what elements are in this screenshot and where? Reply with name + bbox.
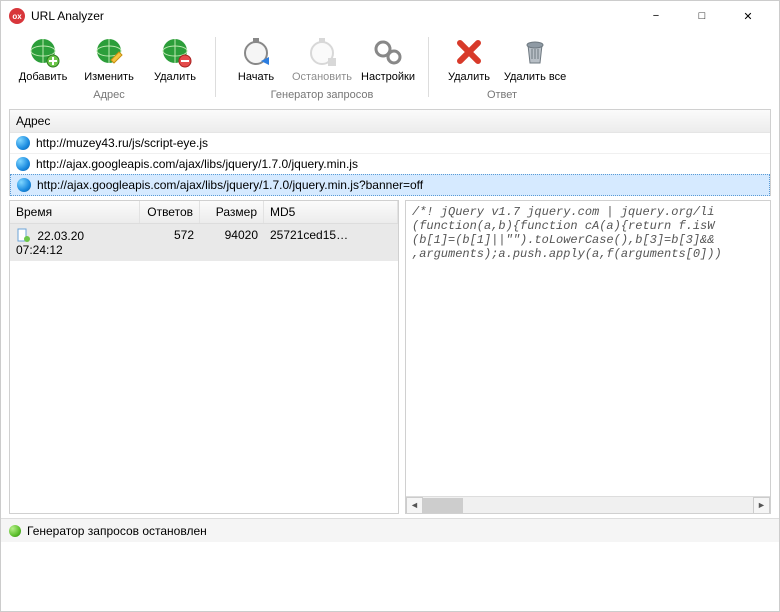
scroll-right-icon[interactable]: ► xyxy=(753,497,770,514)
trash-icon xyxy=(518,35,552,69)
toolbar-group-response: Удалить Удалить все Ответ xyxy=(433,33,571,101)
response-row[interactable]: 22.03.20 07:24:12 572 94020 25721ced15… xyxy=(10,224,398,261)
delete-response-label: Удалить xyxy=(448,71,490,83)
col-size-header[interactable]: Размер xyxy=(200,201,264,223)
response-preview[interactable]: /*! jQuery v1.7 jquery.com | jquery.org/… xyxy=(406,201,770,513)
add-url-button[interactable]: Добавить xyxy=(13,33,73,85)
app-icon: ox xyxy=(9,8,25,24)
settings-button[interactable]: Настройки xyxy=(358,33,418,85)
statusbar: Генератор запросов остановлен xyxy=(1,518,779,542)
toolbar-group-address-label: Адрес xyxy=(93,89,125,101)
titlebar: ox URL Analyzer − □ ✕ xyxy=(1,1,779,31)
col-md5-header[interactable]: MD5 xyxy=(264,201,398,223)
delete-all-responses-button[interactable]: Удалить все xyxy=(505,33,565,85)
toolbar-group-address: Добавить Изменить Удалить Адрес xyxy=(7,33,211,101)
address-url: http://muzey43.ru/js/script-eye.js xyxy=(36,136,208,150)
response-answers: 572 xyxy=(140,224,200,261)
responses-pane: Время Ответов Размер MD5 22.03.20 07:24:… xyxy=(9,200,399,514)
globe-delete-icon xyxy=(158,35,192,69)
toolbar-separator xyxy=(215,37,216,97)
edit-url-label: Изменить xyxy=(84,71,134,83)
col-time-header[interactable]: Время xyxy=(10,201,140,223)
address-row[interactable]: http://ajax.googleapis.com/ajax/libs/jqu… xyxy=(10,154,770,175)
globe-add-icon xyxy=(26,35,60,69)
stopwatch-play-icon xyxy=(239,35,273,69)
delete-url-button[interactable]: Удалить xyxy=(145,33,205,85)
status-text: Генератор запросов остановлен xyxy=(27,524,207,538)
toolbar-group-generator: Начать Остановить Настройки Генератор за… xyxy=(220,33,424,101)
globe-edit-icon xyxy=(92,35,126,69)
delete-all-responses-label: Удалить все xyxy=(504,71,566,83)
toolbar-group-generator-label: Генератор запросов xyxy=(271,89,374,101)
start-label: Начать xyxy=(238,71,274,83)
maximize-button[interactable]: □ xyxy=(679,1,725,31)
toolbar-separator xyxy=(428,37,429,97)
horizontal-scrollbar[interactable]: ◄ ► xyxy=(406,496,770,513)
start-button[interactable]: Начать xyxy=(226,33,286,85)
address-header[interactable]: Адрес xyxy=(10,110,770,133)
x-icon xyxy=(452,35,486,69)
scroll-left-icon[interactable]: ◄ xyxy=(406,497,423,514)
stopwatch-stop-icon xyxy=(305,35,339,69)
add-url-label: Добавить xyxy=(19,71,68,83)
toolbar-group-response-label: Ответ xyxy=(487,89,517,101)
address-row[interactable]: http://ajax.googleapis.com/ajax/libs/jqu… xyxy=(10,174,770,196)
globe-icon xyxy=(16,136,30,150)
address-url: http://ajax.googleapis.com/ajax/libs/jqu… xyxy=(37,178,423,192)
address-list: http://muzey43.ru/js/script-eye.js http:… xyxy=(10,133,770,196)
status-indicator-icon xyxy=(9,525,21,537)
globe-icon xyxy=(16,157,30,171)
delete-url-label: Удалить xyxy=(154,71,196,83)
gears-icon xyxy=(371,35,405,69)
address-url: http://ajax.googleapis.com/ajax/libs/jqu… xyxy=(36,157,358,171)
edit-url-button[interactable]: Изменить xyxy=(79,33,139,85)
settings-label: Настройки xyxy=(361,71,415,83)
col-answers-header[interactable]: Ответов xyxy=(140,201,200,223)
scroll-thumb[interactable] xyxy=(423,498,463,513)
responses-header-row: Время Ответов Размер MD5 xyxy=(10,201,398,224)
response-size: 94020 xyxy=(200,224,264,261)
document-icon xyxy=(16,228,30,242)
minimize-button[interactable]: − xyxy=(633,1,679,31)
delete-response-button[interactable]: Удалить xyxy=(439,33,499,85)
address-panel: Адрес http://muzey43.ru/js/script-eye.js… xyxy=(9,109,771,196)
preview-pane: /*! jQuery v1.7 jquery.com | jquery.org/… xyxy=(405,200,771,514)
address-row[interactable]: http://muzey43.ru/js/script-eye.js xyxy=(10,133,770,154)
stop-label: Остановить xyxy=(292,71,352,83)
window-title: URL Analyzer xyxy=(31,9,633,23)
response-md5: 25721ced15… xyxy=(264,224,398,261)
globe-icon xyxy=(17,178,31,192)
toolbar: Добавить Изменить Удалить Адрес xyxy=(1,31,779,105)
close-button[interactable]: ✕ xyxy=(725,1,771,31)
stop-button: Остановить xyxy=(292,33,352,85)
